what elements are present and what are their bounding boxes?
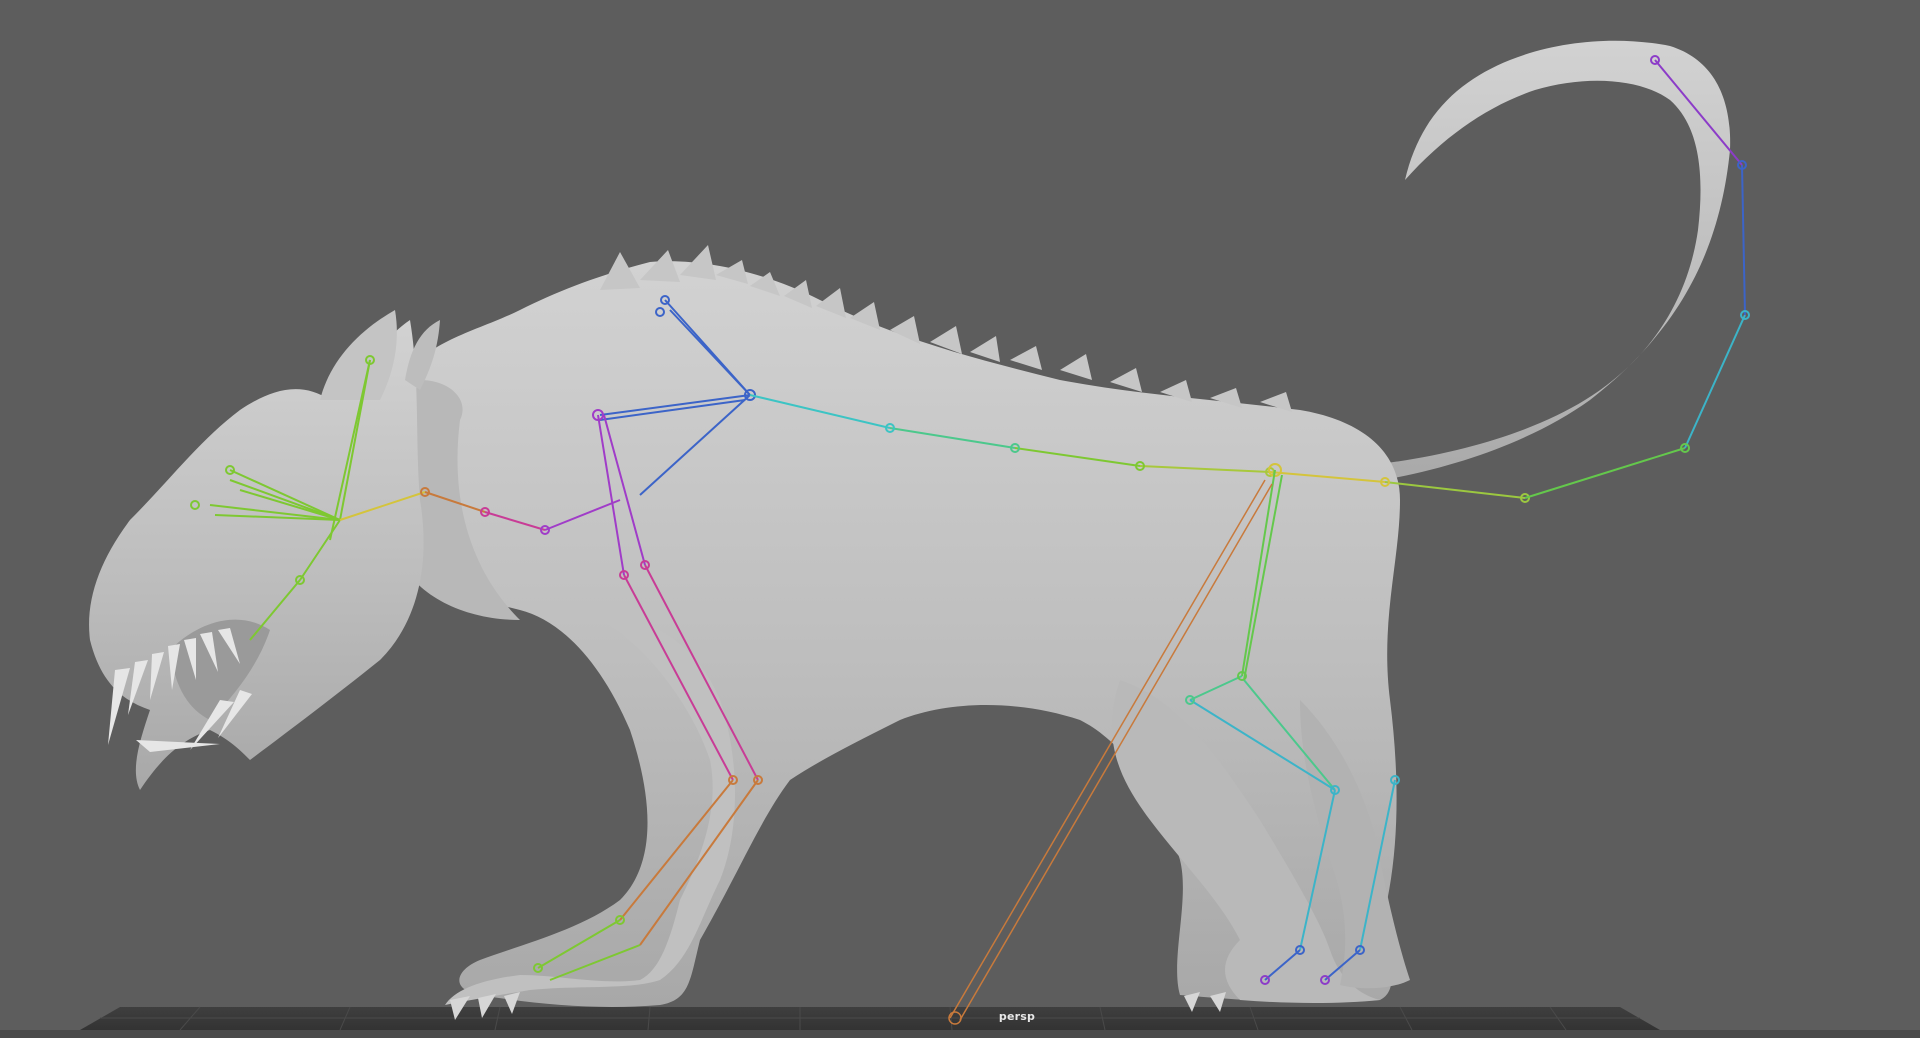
3d-viewport[interactable]: persp bbox=[0, 0, 1920, 1038]
tail-mesh[interactable] bbox=[1310, 40, 1731, 490]
ear-mesh bbox=[320, 310, 397, 400]
viewport-canvas[interactable] bbox=[0, 0, 1920, 1038]
viewport-bottom-edge bbox=[0, 1030, 1920, 1038]
ground-grid bbox=[80, 1006, 1660, 1031]
creature-mesh[interactable] bbox=[89, 40, 1731, 1020]
camera-label: persp bbox=[998, 1010, 1036, 1023]
